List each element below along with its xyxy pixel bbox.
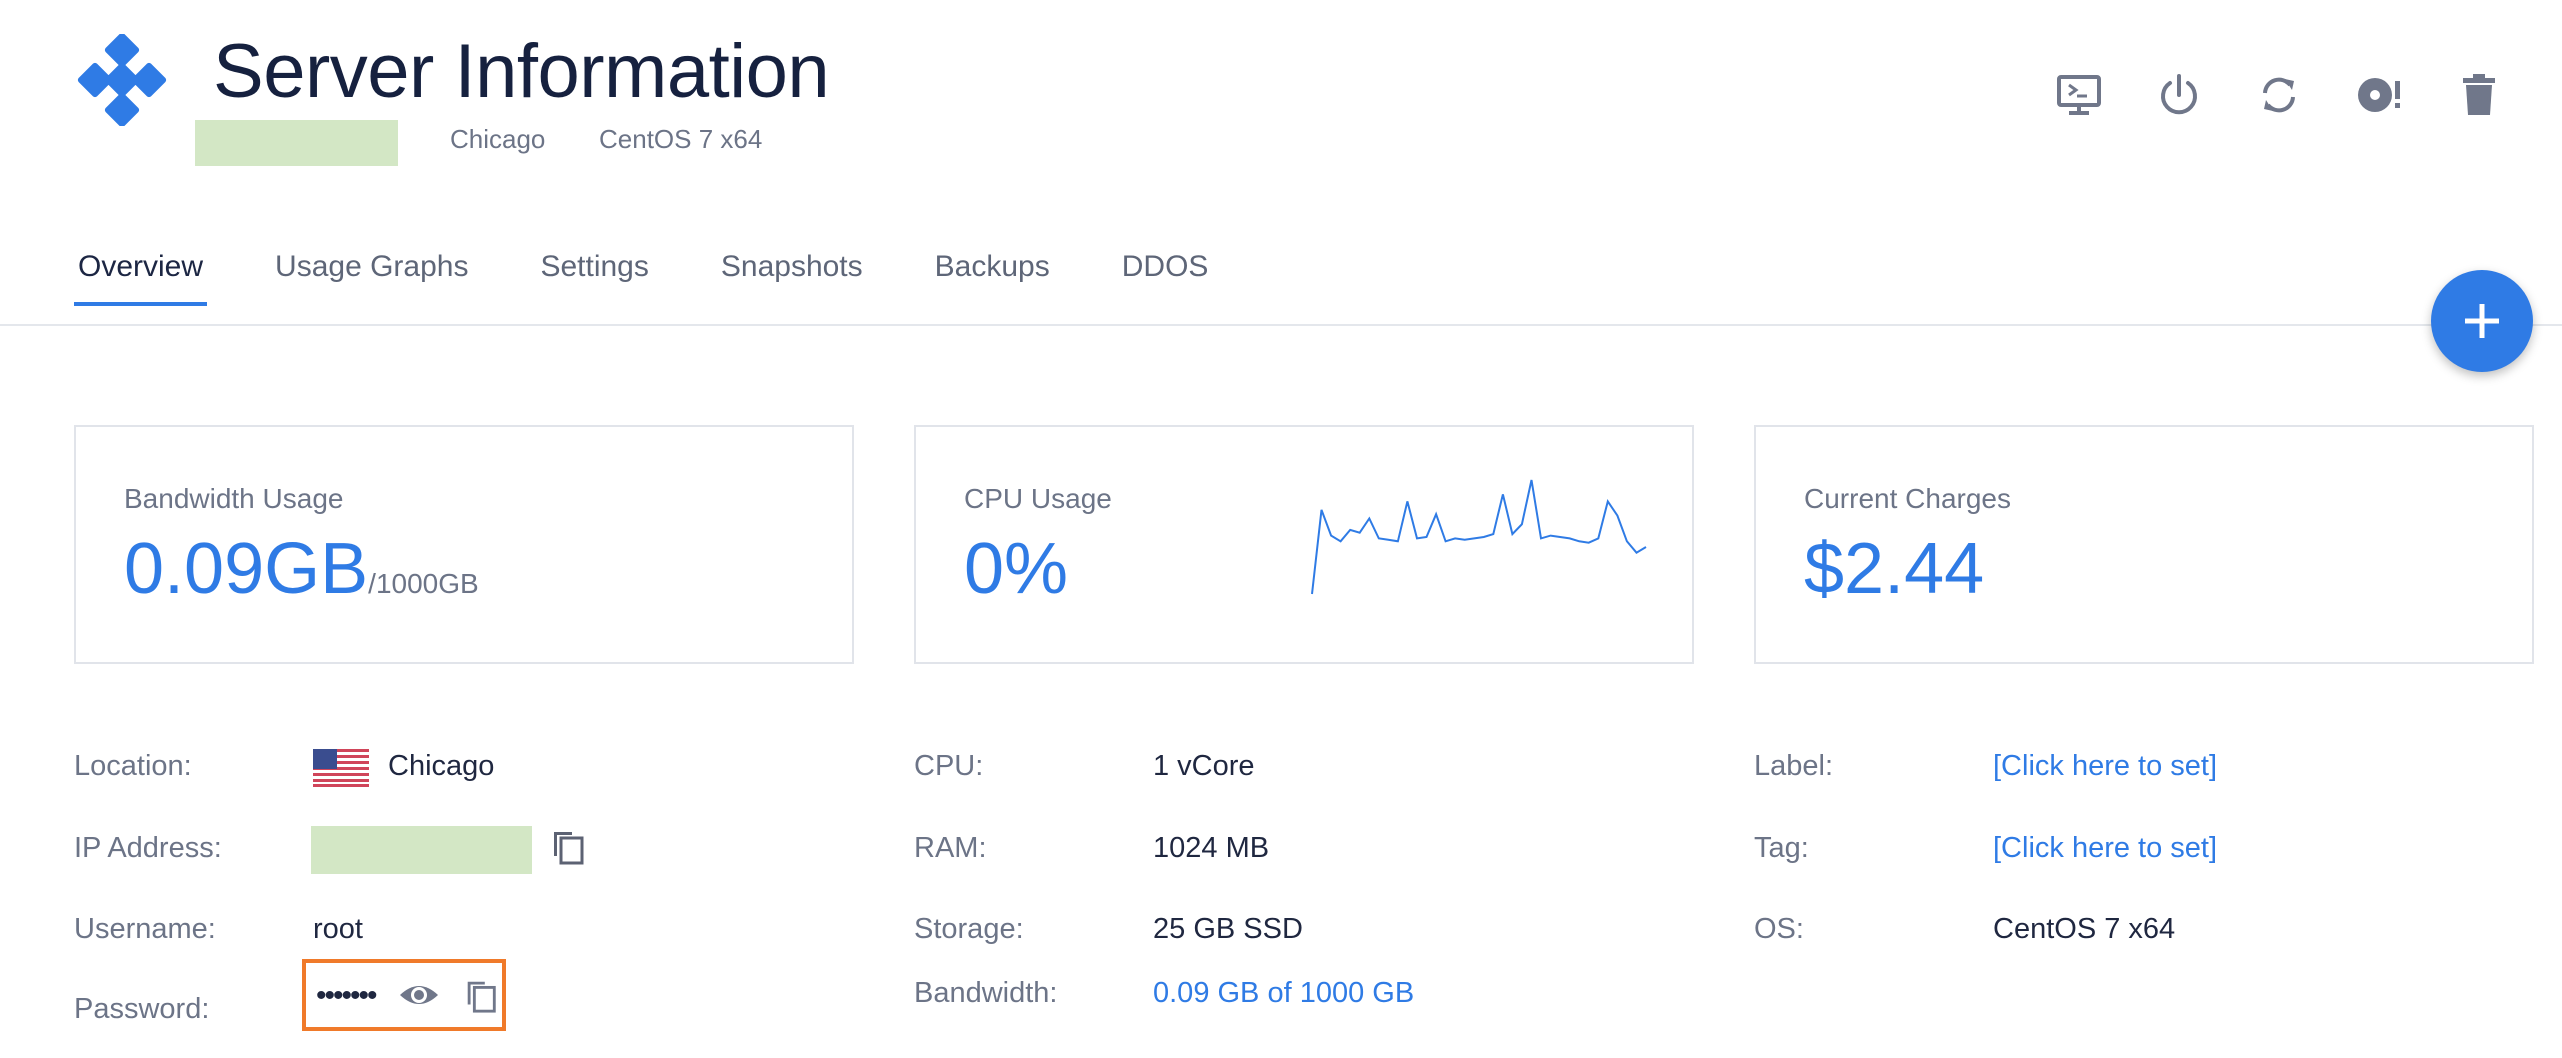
bandwidth-usage-card: Bandwidth Usage 0.09GB/1000GB (74, 425, 854, 664)
cpu-usage-value: 0% (964, 529, 1069, 609)
ip-address-label: IP Address: (74, 832, 222, 864)
tab-snapshots[interactable]: Snapshots (717, 250, 863, 306)
ram-value: 1024 MB (1153, 832, 1270, 864)
tab-divider (0, 324, 2562, 326)
bandwidth-limit: /1000GB (368, 568, 479, 599)
header-os: CentOS 7 x64 (599, 124, 763, 154)
plus-icon (2465, 304, 2499, 338)
show-password-icon[interactable] (398, 977, 440, 1013)
current-charges-label: Current Charges (1804, 483, 2011, 514)
tab-usage-graphs[interactable]: Usage Graphs (271, 250, 468, 306)
bandwidth-usage-value: 0.09GB/1000GB (124, 533, 479, 605)
page-title: Server Information (213, 29, 830, 114)
console-icon (2057, 75, 2101, 115)
header-location: Chicago (450, 124, 546, 154)
bandwidth-used: 0.09GB (124, 529, 369, 609)
storage-value: 25 GB SSD (1153, 913, 1303, 945)
copy-ip-button[interactable] (548, 826, 588, 866)
os-value: CentOS 7 x64 (1993, 913, 2176, 945)
location-value: Chicago (388, 750, 495, 782)
username-value: root (313, 913, 363, 945)
bandwidth-usage-label: Bandwidth Usage (124, 483, 344, 514)
label-label: Label: (1754, 750, 1834, 782)
storage-label: Storage: (914, 913, 1024, 945)
current-charges-card: Current Charges $2.44 (1754, 425, 2534, 664)
cpu-usage-label: CPU Usage (964, 483, 1112, 514)
tab-ddos[interactable]: DDOS (1118, 250, 1209, 306)
cpu-usage-sparkline (1311, 479, 1647, 595)
password-masked: ••••••• (316, 979, 378, 1012)
destroy-button[interactable] (2454, 70, 2504, 120)
set-tag-link[interactable]: [Click here to set] (1993, 832, 2217, 865)
reinstall-icon (2358, 78, 2400, 112)
restart-button[interactable] (2254, 70, 2304, 120)
ip-address-redacted (311, 826, 532, 874)
cpu-value: 1 vCore (1153, 750, 1255, 782)
restart-icon (2263, 77, 2295, 113)
console-button[interactable] (2054, 70, 2104, 120)
password-field-highlight: ••••••• (302, 959, 506, 1031)
password-label: Password: (74, 993, 210, 1025)
server-actions-toolbar (2054, 70, 2504, 120)
cpu-label: CPU: (914, 750, 984, 782)
copy-icon (554, 832, 584, 865)
vultr-logo-icon (77, 34, 167, 126)
tab-overview[interactable]: Overview (74, 250, 208, 306)
ram-label: RAM: (914, 832, 987, 864)
trash-icon (2463, 74, 2495, 115)
reinstall-button[interactable] (2354, 70, 2404, 120)
current-charges-value: $2.44 (1804, 529, 1985, 609)
bandwidth-link[interactable]: 0.09 GB of 1000 GB (1153, 977, 1414, 1010)
os-label: OS: (1754, 913, 1804, 945)
add-button[interactable] (2431, 270, 2533, 372)
cpu-usage-card: CPU Usage 0% (914, 425, 1694, 664)
us-flag-icon (313, 749, 369, 787)
server-tabs: Overview Usage Graphs Settings Snapshots… (74, 250, 1276, 306)
power-button[interactable] (2154, 70, 2204, 120)
copy-password-icon[interactable] (462, 975, 500, 1015)
power-icon (2161, 74, 2197, 115)
bandwidth-label: Bandwidth: (914, 977, 1058, 1009)
tag-label: Tag: (1754, 832, 1809, 864)
location-label: Location: (74, 750, 192, 782)
tab-backups[interactable]: Backups (931, 250, 1050, 306)
cpu-usage-line (1311, 479, 1647, 595)
server-name-redacted (195, 120, 398, 166)
username-label: Username: (74, 913, 216, 945)
tab-settings[interactable]: Settings (536, 250, 648, 306)
set-label-link[interactable]: [Click here to set] (1993, 750, 2217, 783)
